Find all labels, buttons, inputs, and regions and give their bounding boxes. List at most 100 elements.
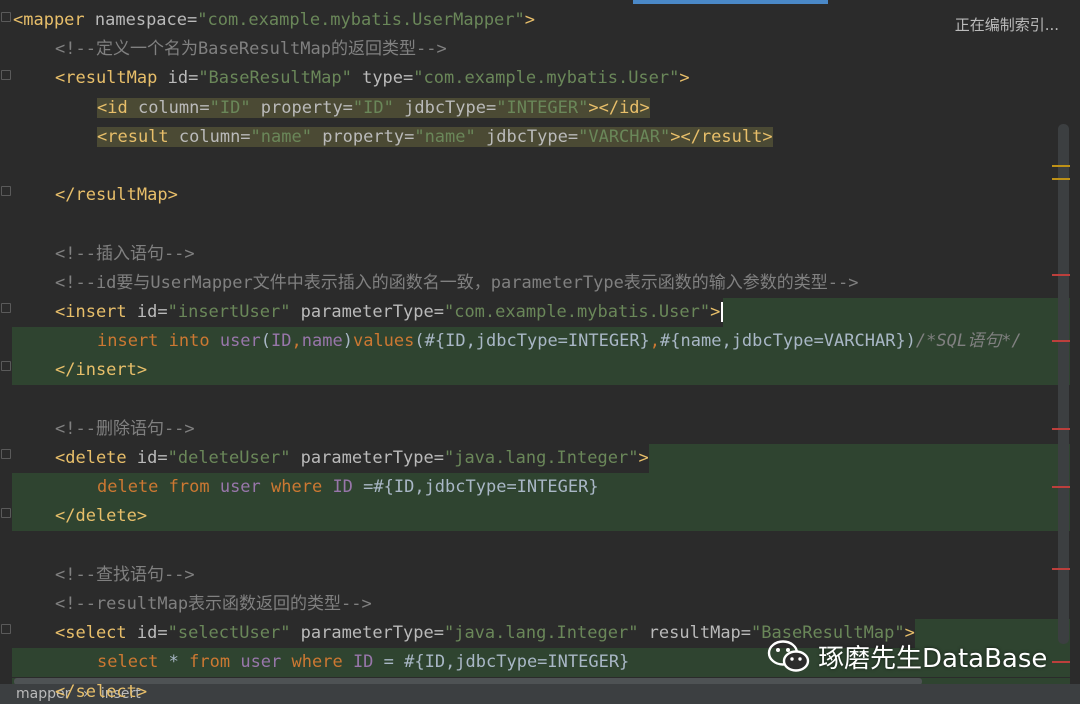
code-token: ID xyxy=(332,477,364,498)
code-token: ) xyxy=(342,331,353,352)
warning-stripe-marker[interactable] xyxy=(1052,178,1070,180)
text-caret xyxy=(721,302,724,322)
code-token: property= xyxy=(322,126,415,147)
code-line-content: <mapper namespace="com.example.mybatis.U… xyxy=(13,10,535,30)
changed-region-highlight xyxy=(649,444,1070,473)
warning-stripe-marker[interactable] xyxy=(1052,165,1070,167)
code-token: ID xyxy=(352,652,384,673)
code-token: <resultMap xyxy=(55,68,168,89)
wechat-icon xyxy=(767,640,810,672)
code-line-content: <insert id="insertUser" parameterType="c… xyxy=(55,302,724,322)
code-token: (#{ID,jdbcType=INTEGER} xyxy=(414,331,650,352)
code-token: ></result> xyxy=(670,126,773,147)
code-token: ( xyxy=(260,331,272,352)
code-line[interactable] xyxy=(0,532,55,561)
error-stripe-marker[interactable] xyxy=(1052,661,1070,663)
code-token: parameterType= xyxy=(300,448,444,468)
code-token: "insertUser" xyxy=(167,302,301,322)
code-token: name xyxy=(301,331,343,352)
code-line[interactable]: <!--插入语句--> xyxy=(0,240,195,269)
code-token: id= xyxy=(136,623,168,644)
code-token: <result xyxy=(97,126,179,147)
code-token: jdbcType= xyxy=(485,126,579,147)
code-token: "java.lang.Integer" xyxy=(443,623,649,644)
code-line[interactable]: <!--删除语句--> xyxy=(0,415,195,444)
code-token: id= xyxy=(167,68,199,89)
code-line[interactable]: </resultMap> xyxy=(0,181,178,210)
code-token: <delete xyxy=(55,448,137,468)
vertical-scrollbar[interactable] xyxy=(1058,124,1069,644)
code-token: ></id> xyxy=(588,97,650,118)
code-token: "com.example.mybatis.UserMapper" xyxy=(197,10,525,30)
breadcrumb: mapper › insert xyxy=(0,684,1080,704)
code-token: column= xyxy=(178,126,251,147)
code-line-content: <!--插入语句--> xyxy=(55,244,195,264)
code-token: <!--resultMap表示函数返回的类型--> xyxy=(55,594,372,614)
code-line-content: <delete id="deleteUser" parameterType="j… xyxy=(55,448,649,468)
code-editor[interactable]: 正在编制索引... <mapper namespace="com.example… xyxy=(0,0,1080,704)
code-line-content: </delete> xyxy=(55,506,147,526)
code-line[interactable]: <insert id="insertUser" parameterType="c… xyxy=(0,298,1070,327)
code-token: </insert> xyxy=(55,360,148,381)
code-token: > xyxy=(638,448,649,468)
code-token: resultMap= xyxy=(648,623,752,644)
code-token: "name" xyxy=(414,126,486,147)
code-token: parameterType= xyxy=(300,623,444,644)
code-line[interactable]: <!--resultMap表示函数返回的类型--> xyxy=(0,590,372,619)
error-stripe-marker[interactable] xyxy=(1052,428,1070,430)
code-line[interactable] xyxy=(0,210,55,239)
code-line[interactable]: <mapper namespace="com.example.mybatis.U… xyxy=(0,6,535,35)
code-line-content: select * from user where ID = #{ID,jdbcT… xyxy=(97,652,629,672)
code-token: user xyxy=(240,652,292,673)
code-line[interactable]: <delete id="deleteUser" parameterType="j… xyxy=(0,444,1070,473)
error-stripe-marker[interactable] xyxy=(1052,568,1070,570)
code-line[interactable]: </insert> xyxy=(0,356,1070,386)
code-token: user xyxy=(219,331,261,352)
error-stripe-marker[interactable] xyxy=(1052,274,1070,276)
code-line[interactable]: <id column="ID" property="ID" jdbcType="… xyxy=(0,94,650,123)
code-line-content: <select id="selectUser" parameterType="j… xyxy=(55,623,915,643)
code-line[interactable]: <!--定义一个名为BaseResultMap的返回类型--> xyxy=(0,35,447,64)
code-line-content: <id column="ID" property="ID" jdbcType="… xyxy=(97,97,650,118)
code-token: "VARCHAR" xyxy=(578,126,671,147)
code-token: where xyxy=(291,652,353,673)
code-line[interactable]: <resultMap id="BaseResultMap" type="com.… xyxy=(0,64,690,93)
code-line-content: <result column="name" property="name" jd… xyxy=(97,126,773,147)
code-token: ID xyxy=(271,331,292,352)
code-token: delete from xyxy=(97,477,220,498)
code-line[interactable]: </delete> xyxy=(0,502,1070,532)
error-stripe-marker[interactable] xyxy=(1052,486,1070,488)
code-token: </resultMap> xyxy=(55,185,178,206)
code-line[interactable]: delete from user where ID =#{ID,jdbcType… xyxy=(0,473,1070,503)
code-line-content: <resultMap id="BaseResultMap" type="com.… xyxy=(55,68,690,88)
code-token: "ID" xyxy=(352,97,405,118)
code-token: "ID" xyxy=(209,97,261,118)
code-line-content: insert into user(ID,name)values(#{ID,jdb… xyxy=(97,331,1022,351)
code-area[interactable]: <mapper namespace="com.example.mybatis.U… xyxy=(0,0,1070,704)
code-line-content: <!--删除语句--> xyxy=(55,419,195,439)
code-line[interactable]: <!--查找语句--> xyxy=(0,561,195,590)
code-line[interactable]: select * from user where ID = #{ID,jdbcT… xyxy=(0,648,1070,678)
code-token: = #{ID,jdbcType=INTEGER} xyxy=(383,652,630,673)
code-token: id= xyxy=(136,448,168,468)
code-token: values xyxy=(352,331,415,352)
code-line[interactable]: insert into user(ID,name)values(#{ID,jdb… xyxy=(0,327,1070,357)
code-line[interactable] xyxy=(0,152,55,181)
code-token: <!--id要与UserMapper文件中表示插入的函数名一致，paramete… xyxy=(55,272,859,293)
code-token: <select xyxy=(55,623,137,644)
code-token: jdbcType= xyxy=(404,97,497,118)
code-line[interactable]: <result column="name" property="name" jd… xyxy=(0,123,773,152)
code-token: <!--插入语句--> xyxy=(55,243,195,264)
code-line[interactable] xyxy=(0,386,55,415)
code-line-content: <!--定义一个名为BaseResultMap的返回类型--> xyxy=(55,39,447,59)
code-token: , xyxy=(649,331,661,352)
code-line-content: </resultMap> xyxy=(55,185,178,205)
code-token: > xyxy=(710,302,721,322)
error-stripe-marker[interactable] xyxy=(1052,340,1070,342)
code-line[interactable]: <!--id要与UserMapper文件中表示插入的函数名一致，paramete… xyxy=(0,269,859,298)
code-token: parameterType= xyxy=(300,302,444,322)
code-token: id= xyxy=(136,302,168,322)
code-line-content: delete from user where ID =#{ID,jdbcType… xyxy=(97,477,599,497)
code-token: <!--查找语句--> xyxy=(55,564,195,585)
code-token: type= xyxy=(362,68,414,89)
